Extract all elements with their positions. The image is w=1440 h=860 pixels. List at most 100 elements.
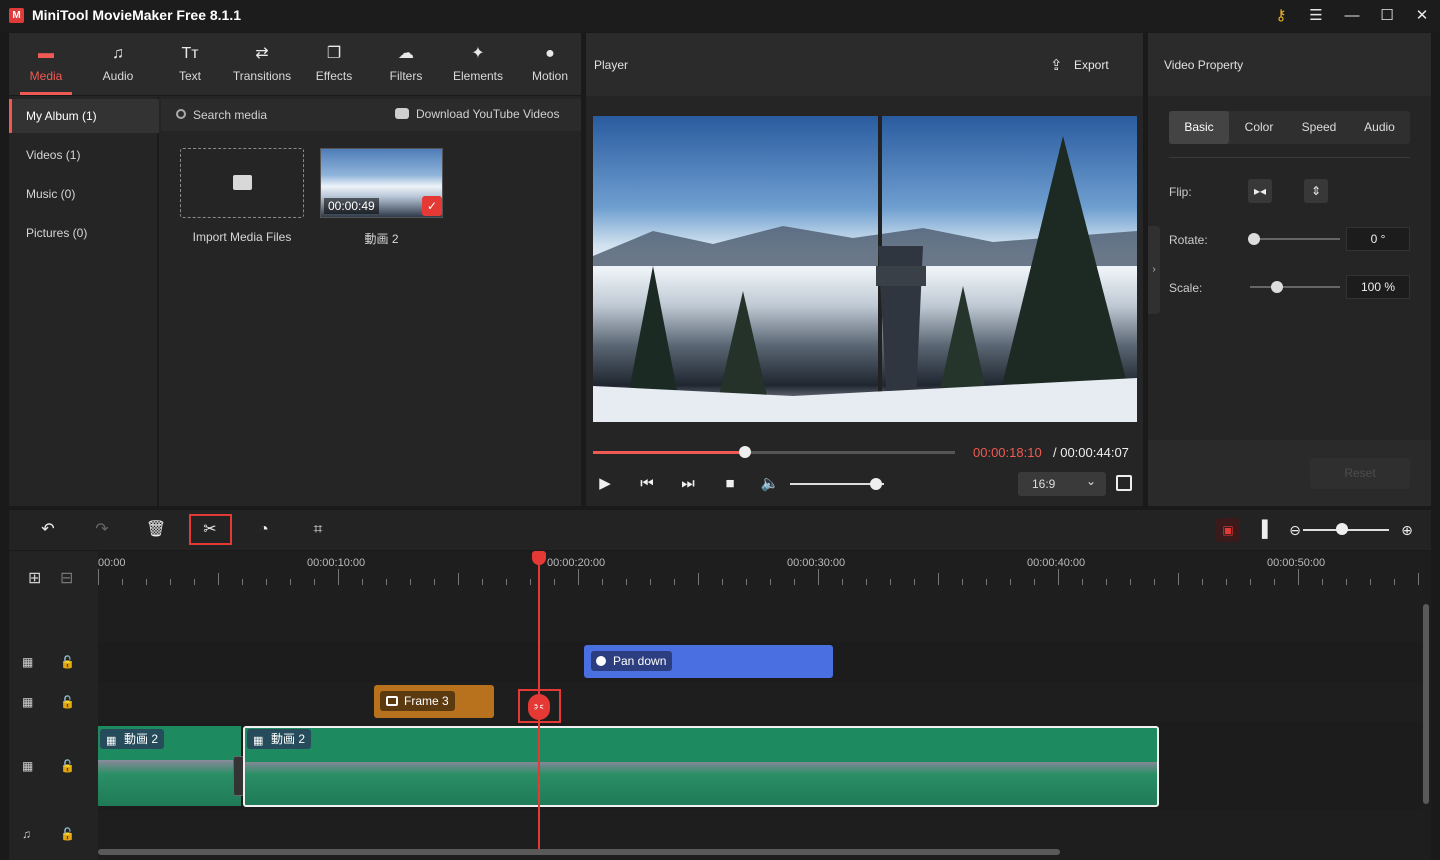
- download-youtube-button[interactable]: Download YouTube Videos: [416, 107, 559, 121]
- sidebar-item-videos[interactable]: Videos (1): [9, 138, 159, 172]
- search-icon: [176, 109, 186, 119]
- sidebar-item-pictures[interactable]: Pictures (0): [9, 216, 159, 250]
- key-icon[interactable]: ⚷: [1268, 4, 1294, 28]
- ruler-label: 00:00:30:00: [787, 557, 846, 569]
- collapse-panel-icon[interactable]: ›: [1148, 226, 1160, 314]
- motion-icon: [596, 656, 606, 666]
- flip-label: Flip:: [1169, 185, 1192, 199]
- search-input[interactable]: Search media: [193, 108, 267, 122]
- chevron-down-icon: ⌄: [1086, 474, 1097, 488]
- app-title: MiniTool MovieMaker Free 8.1.1: [32, 7, 242, 23]
- tab-label: Text: [178, 69, 201, 83]
- film-icon: ▦: [253, 735, 264, 747]
- tab-elements[interactable]: ✦ Elements: [442, 33, 514, 96]
- divider: [1169, 157, 1410, 158]
- menu-button[interactable]: ☰: [1303, 4, 1329, 28]
- video-scene: [593, 116, 1137, 422]
- audio-icon: ♫: [112, 45, 124, 62]
- video-clip-2[interactable]: [243, 726, 1159, 807]
- rotate-slider[interactable]: [1250, 238, 1340, 240]
- property-title: Video Property: [1164, 58, 1244, 72]
- delete-icon[interactable]: 🗑: [144, 518, 168, 542]
- snap-icon[interactable]: ▣: [1216, 518, 1240, 542]
- fit-timeline-icon[interactable]: ▐: [1250, 518, 1274, 542]
- split-highlight-box: [189, 514, 232, 545]
- lock-icon[interactable]: 🔓: [60, 695, 75, 709]
- player-title: Player: [594, 58, 629, 72]
- add-track-icon[interactable]: ⊞: [28, 568, 41, 588]
- tab-transitions[interactable]: ⇄ Transitions: [226, 33, 298, 96]
- redo-icon[interactable]: ↷: [90, 518, 114, 542]
- tab-media[interactable]: ▬ Media: [10, 33, 82, 96]
- progress-fill: [593, 451, 746, 454]
- vertical-scrollbar[interactable]: [1423, 604, 1429, 804]
- sidebar-item-music[interactable]: Music (0): [9, 177, 159, 211]
- tab-filters[interactable]: ☁ Filters: [370, 33, 442, 96]
- video-preview: [593, 116, 1137, 422]
- thumbnail-label: 動画 2: [364, 232, 399, 246]
- progress-handle[interactable]: [739, 446, 752, 458]
- timeline-ruler[interactable]: [98, 551, 1431, 597]
- maximize-button[interactable]: ☐: [1374, 4, 1400, 28]
- next-frame-icon[interactable]: ⏭: [677, 474, 699, 494]
- tab-basic[interactable]: Basic: [1169, 111, 1229, 144]
- thumbnail-duration: 00:00:49: [324, 198, 379, 214]
- speed-icon[interactable]: ◔: [252, 518, 276, 542]
- fullscreen-icon[interactable]: [1116, 475, 1132, 491]
- empty-track-row: [98, 602, 1422, 642]
- effects-icon: ❐: [326, 45, 342, 62]
- tab-effects[interactable]: ❐ Effects: [298, 33, 370, 96]
- playhead[interactable]: [538, 551, 540, 851]
- tab-label: Media: [29, 69, 63, 83]
- close-button[interactable]: ✕: [1409, 4, 1435, 28]
- frame-icon: [386, 696, 398, 706]
- horizontal-scrollbar[interactable]: [98, 849, 1060, 855]
- tab-audio-property[interactable]: Audio: [1349, 111, 1410, 144]
- playhead-handle[interactable]: [532, 551, 546, 565]
- tab-color[interactable]: Color: [1229, 111, 1289, 144]
- tab-label: Effects: [315, 69, 353, 83]
- ruler-ticks: [98, 569, 1419, 585]
- reset-button[interactable]: Reset: [1310, 458, 1410, 489]
- film-icon: ▦: [22, 655, 34, 669]
- filters-icon: ☁: [398, 45, 414, 62]
- ruler-label: 00:00:10:00: [307, 557, 366, 569]
- volume-icon[interactable]: 🔈: [759, 474, 781, 494]
- audio-waveform: [245, 728, 1157, 762]
- tab-text[interactable]: Tт Text: [154, 33, 226, 96]
- play-icon[interactable]: ▶: [594, 474, 616, 494]
- previous-frame-icon[interactable]: ⏮: [636, 474, 658, 494]
- crop-icon[interactable]: ⌗: [306, 518, 330, 542]
- flip-horizontal-icon[interactable]: ▸◂: [1248, 179, 1272, 203]
- stop-icon[interactable]: ■: [719, 474, 741, 494]
- rotate-handle[interactable]: [1248, 233, 1260, 245]
- motion-icon: ●: [545, 45, 555, 62]
- zoom-handle[interactable]: [1335, 523, 1348, 535]
- lock-icon[interactable]: 🔓: [60, 655, 75, 669]
- lock-icon[interactable]: 🔓: [60, 827, 75, 841]
- undo-icon[interactable]: ↶: [36, 518, 60, 542]
- sidebar-item-my-album[interactable]: My Album (1): [9, 99, 159, 133]
- remove-track-icon[interactable]: ⊟: [60, 568, 73, 588]
- flip-vertical-icon[interactable]: ⇕: [1304, 179, 1328, 203]
- tab-label: Transitions: [232, 69, 292, 83]
- check-icon: ✓: [422, 196, 442, 216]
- minimize-button[interactable]: —: [1339, 4, 1365, 28]
- lock-icon[interactable]: 🔓: [60, 759, 75, 773]
- rotate-value-field[interactable]: 0 °: [1346, 227, 1410, 251]
- rotate-label: Rotate:: [1169, 233, 1208, 247]
- ruler-label: 00:00:20:00: [547, 557, 606, 569]
- scale-slider[interactable]: [1250, 286, 1340, 288]
- zoom-in-icon[interactable]: ⊕: [1395, 518, 1419, 542]
- export-button[interactable]: Export: [1074, 58, 1109, 72]
- tab-label: Motion: [531, 69, 569, 83]
- scale-value-field[interactable]: 100 %: [1346, 275, 1410, 299]
- tab-speed[interactable]: Speed: [1289, 111, 1349, 144]
- scale-handle[interactable]: [1270, 281, 1283, 293]
- export-icon[interactable]: ⇪: [1050, 56, 1063, 74]
- film-icon: ▦: [22, 695, 34, 709]
- property-panel: [1148, 33, 1431, 506]
- tab-motion[interactable]: ● Motion: [514, 33, 586, 96]
- elements-icon: ✦: [471, 45, 485, 62]
- tab-audio[interactable]: ♫ Audio: [82, 33, 154, 96]
